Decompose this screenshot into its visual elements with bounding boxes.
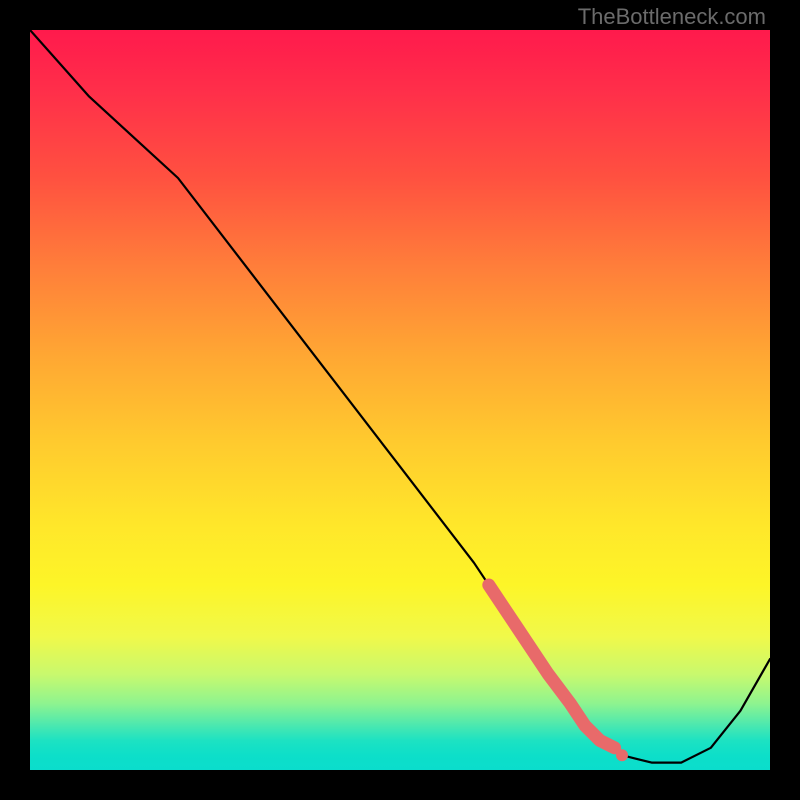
- watermark-text: TheBottleneck.com: [578, 4, 766, 30]
- highlight-dot: [616, 749, 628, 761]
- chart-overlay: [30, 30, 770, 770]
- highlight-dot: [594, 734, 606, 746]
- highlight-segment: [489, 585, 615, 748]
- highlight-dot: [564, 697, 576, 709]
- bottleneck-curve-line: [30, 30, 770, 763]
